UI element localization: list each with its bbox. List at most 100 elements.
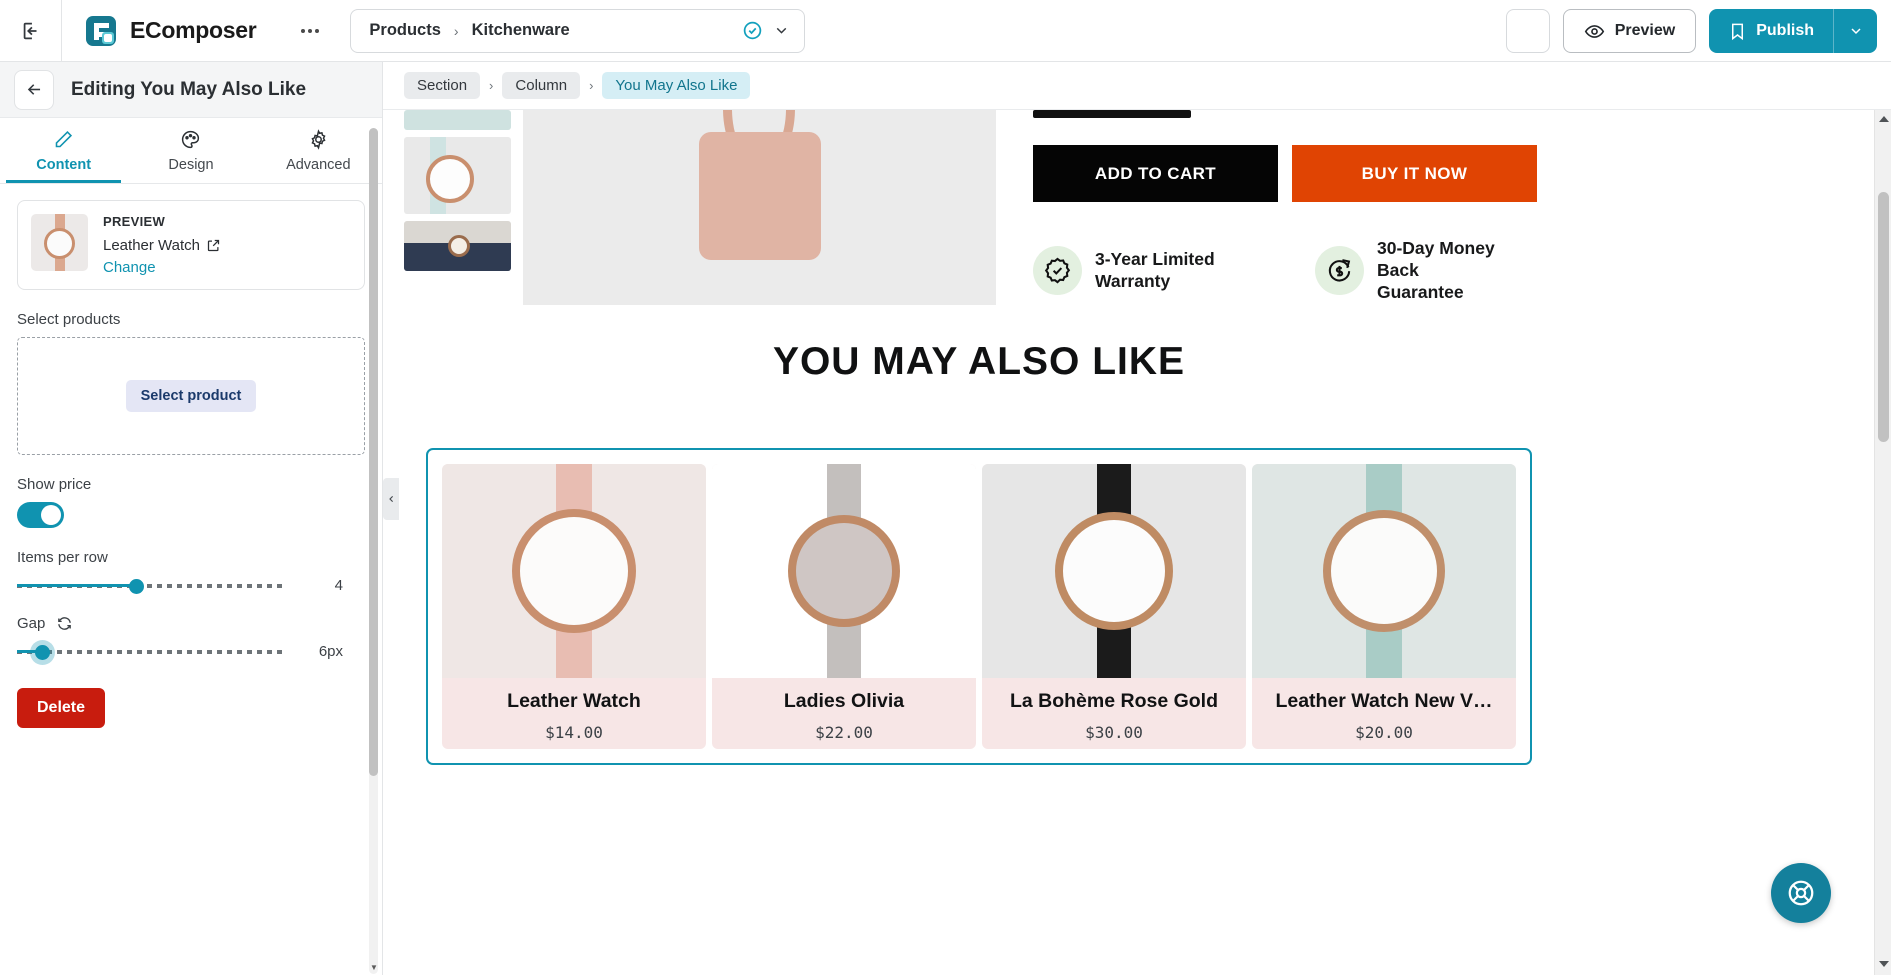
check-circle-icon (744, 21, 762, 40)
gap-slider[interactable] (17, 644, 287, 660)
slider-thumb[interactable] (34, 644, 50, 660)
brand-name: EComposer (130, 17, 257, 43)
panel-title: Editing You May Also Like (71, 78, 307, 100)
delete-button[interactable]: Delete (17, 688, 106, 728)
gallery-thumb[interactable] (404, 137, 511, 214)
support-button[interactable] (1771, 863, 1831, 923)
add-to-cart-button[interactable]: ADD TO CART (1033, 145, 1278, 202)
product-title: Leather Watch (507, 690, 641, 712)
panel-tabs: Content Design Advanced (0, 118, 382, 184)
canvas-scrollbar[interactable] (1874, 110, 1891, 975)
back-button[interactable] (14, 69, 54, 110)
breadcrumb-section[interactable]: Section (404, 72, 481, 99)
canvas: Section › Column › You May Also Like ADD… (383, 62, 1891, 975)
gear-icon (311, 128, 326, 150)
breadcrumb-you-may-also-like[interactable]: You May Also Like (602, 72, 751, 99)
refresh-icon[interactable] (56, 615, 73, 632)
gallery-thumb[interactable] (404, 110, 511, 130)
eye-icon (1584, 24, 1604, 38)
product-price: $20.00 (1355, 723, 1413, 742)
gap-label: Gap (17, 615, 46, 632)
chevron-left-icon (388, 495, 393, 503)
breadcrumb-separator: › (489, 78, 494, 93)
product-price: $22.00 (815, 723, 873, 742)
product-image (712, 464, 976, 678)
product-title: La Bohème Rose Gold (1009, 690, 1219, 712)
breadcrumb-column[interactable]: Column (502, 72, 581, 99)
page-picker-current: Kitchenware (471, 21, 570, 39)
product-price: $14.00 (545, 723, 603, 742)
product-image (1252, 464, 1516, 678)
product-card[interactable]: La Bohème Rose Gold $30.00 (982, 464, 1246, 749)
trust-badges: 3-Year Limited Warranty 30-Day Money Bac… (1033, 238, 1553, 304)
chevron-down-icon[interactable] (773, 22, 790, 39)
change-product-link[interactable]: Change (103, 259, 221, 276)
toggle-knob (41, 505, 61, 525)
preview-product-name: Leather Watch (103, 237, 221, 254)
publish-dropdown-button[interactable] (1833, 9, 1877, 53)
tab-content[interactable]: Content (0, 118, 127, 183)
product-hero-image[interactable] (523, 110, 996, 305)
panel-scrollbar-thumb[interactable] (369, 128, 378, 776)
blank-action-button[interactable] (1505, 9, 1550, 53)
badge-warranty: 3-Year Limited Warranty (1033, 238, 1258, 304)
scroll-down-arrow[interactable] (1879, 961, 1889, 967)
product-card[interactable]: Ladies Olivia $22.00 (712, 464, 976, 749)
preview-card: PREVIEW Leather Watch Change (17, 200, 365, 290)
product-title: Ladies Olivia (783, 690, 905, 712)
arrow-left-icon (27, 84, 40, 95)
preview-heading: PREVIEW (103, 214, 166, 229)
buy-it-now-button[interactable]: BUY IT NOW (1292, 145, 1537, 202)
quantity-control[interactable] (1033, 110, 1191, 118)
select-product-button[interactable]: Select product (125, 380, 257, 412)
scroll-up-arrow[interactable] (1879, 116, 1889, 122)
slider-fill (17, 584, 137, 587)
preview-button[interactable]: Preview (1562, 9, 1697, 53)
product-image (442, 464, 706, 678)
palette-icon (182, 130, 200, 148)
product-title: Leather Watch New V… (1275, 690, 1493, 712)
collapse-panel-button[interactable] (0, 0, 62, 61)
gallery-thumb[interactable] (404, 221, 511, 271)
tab-design-label: Design (168, 156, 214, 173)
product-image (982, 464, 1246, 678)
product-card[interactable]: Leather Watch $14.00 (442, 464, 706, 749)
pencil-icon (55, 130, 73, 147)
show-price-label: Show price (17, 476, 92, 493)
panel-body: PREVIEW Leather Watch Change Select prod… (0, 184, 382, 728)
items-per-row-slider[interactable] (17, 578, 287, 594)
scroll-down-arrow[interactable]: ▼ (370, 963, 378, 972)
canvas-scrollbar-thumb[interactable] (1878, 192, 1889, 442)
items-per-row-value: 4 (334, 577, 343, 594)
chevron-down-icon (1850, 28, 1861, 35)
badge-money-back: 30-Day Money Back Guarantee (1315, 238, 1540, 304)
slider-thumb[interactable] (129, 578, 145, 594)
panel-scrollbar[interactable]: ▼ (369, 128, 378, 974)
gap-value: 6px (318, 643, 343, 660)
panel-collapse-handle[interactable] (383, 478, 399, 520)
collapse-panel-icon (23, 22, 36, 39)
page-picker-parent: Products (369, 21, 441, 39)
you-may-also-like-block[interactable]: Leather Watch $14.00 Ladies Olivia $22.0… (426, 448, 1532, 765)
preview-thumbnail (31, 214, 88, 271)
more-options-button[interactable] (292, 13, 328, 49)
more-options-icon (301, 28, 306, 33)
external-link-icon[interactable] (206, 238, 221, 253)
product-gallery-thumbnails (404, 110, 511, 278)
publish-button[interactable]: Publish (1709, 9, 1833, 53)
product-dropzone[interactable]: Select product (17, 337, 365, 455)
left-settings-panel: Editing You May Also Like Content Design… (0, 62, 383, 975)
tab-design[interactable]: Design (127, 118, 254, 183)
product-card[interactable]: Leather Watch New V… $20.00 (1252, 464, 1516, 749)
product-buy-box: ADD TO CART BUY IT NOW 3-Year Limited Wa… (1033, 110, 1553, 304)
show-price-toggle[interactable] (17, 502, 64, 528)
preview-info: PREVIEW Leather Watch Change (103, 214, 221, 276)
slider-track (17, 649, 287, 654)
page-picker[interactable]: Products › Kitchenware (350, 8, 806, 53)
cta-row: ADD TO CART BUY IT NOW (1033, 145, 1553, 202)
section-title: YOU MAY ALSO LIKE (772, 340, 1186, 383)
tab-advanced[interactable]: Advanced (255, 118, 382, 183)
panel-header: Editing You May Also Like (0, 62, 382, 118)
gap-row: 6px (17, 643, 365, 660)
ecomposer-logo-icon (84, 14, 118, 48)
